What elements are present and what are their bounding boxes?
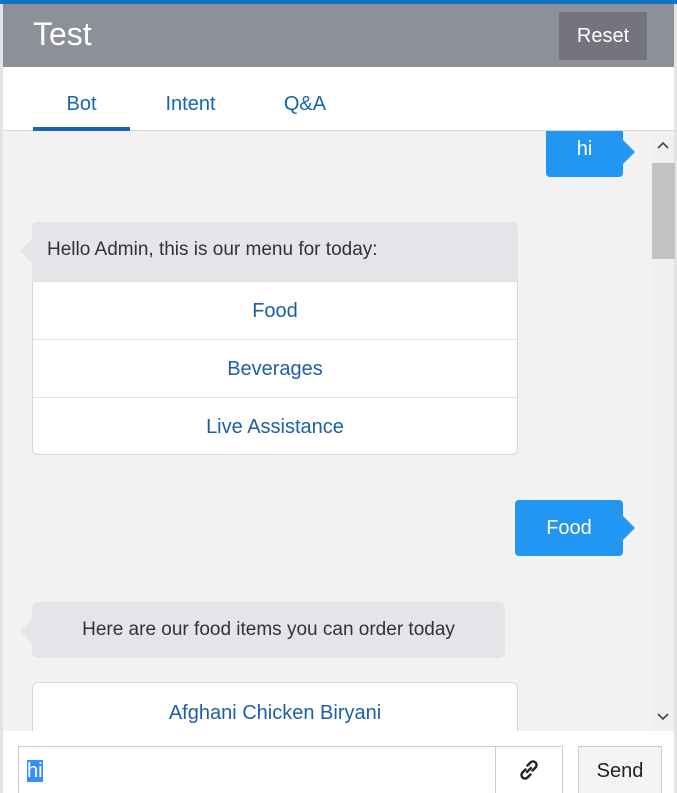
user-message-hi: hi — [546, 131, 635, 177]
chevron-up-icon[interactable] — [651, 131, 674, 159]
food-options-card: Afghani Chicken Biryani — [32, 682, 518, 731]
reset-button[interactable]: Reset — [559, 12, 647, 60]
page-title: Test — [33, 16, 92, 52]
menu-option-live-assistance[interactable]: Live Assistance — [33, 397, 517, 455]
scroll-thumb[interactable] — [652, 163, 675, 259]
attach-link-button[interactable] — [495, 746, 563, 793]
menu-option-food[interactable]: Food — [33, 281, 517, 339]
message-input[interactable]: hi — [18, 746, 496, 793]
selected-text: hi — [27, 760, 43, 782]
link-icon — [516, 759, 542, 786]
chat-area[interactable]: hi Hello Admin, this is our menu for tod… — [3, 131, 651, 731]
tab-bot[interactable]: Bot — [33, 67, 130, 131]
chat-scrollbar[interactable] — [651, 131, 675, 731]
message-input-bar: hi Send — [3, 731, 674, 793]
chevron-down-icon[interactable] — [651, 703, 674, 731]
tab-intent[interactable]: Intent — [143, 67, 238, 130]
bot-message-food-items: Here are our food items you can order to… — [20, 602, 505, 658]
user-message-food: Food — [515, 500, 635, 556]
header: Test Reset — [3, 4, 674, 67]
tab-bar: Bot Intent Q&A — [3, 67, 674, 131]
bot-menu-card: Hello Admin, this is our menu for today:… — [20, 222, 518, 455]
bot-message-greeting: Hello Admin, this is our menu for today: — [20, 222, 518, 281]
menu-option-beverages[interactable]: Beverages — [33, 339, 517, 397]
tab-qa[interactable]: Q&A — [265, 67, 345, 130]
send-button[interactable]: Send — [578, 746, 662, 793]
food-option-afghani-chicken-biryani[interactable]: Afghani Chicken Biryani — [33, 683, 517, 731]
